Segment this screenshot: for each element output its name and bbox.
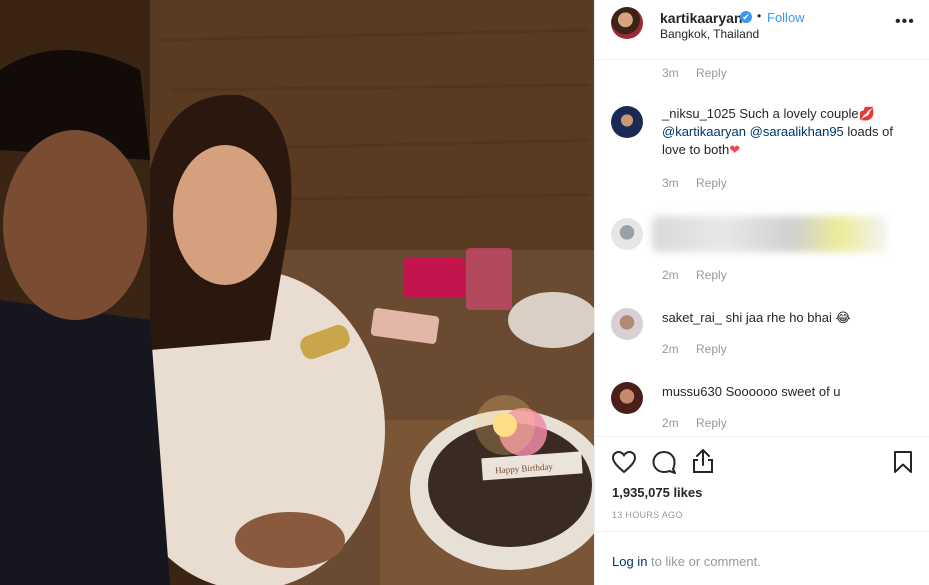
comment-item: saket_rai_ shi jaa rhe ho bhai 😂 bbox=[662, 309, 912, 327]
man-face bbox=[3, 130, 147, 320]
mention-link[interactable]: @saraalikhan95 bbox=[750, 124, 844, 139]
comment-meta: 2m Reply bbox=[662, 416, 727, 430]
man-hand bbox=[235, 512, 345, 568]
login-prompt-text: to like or comment. bbox=[647, 554, 761, 569]
comment-time: 2m bbox=[662, 342, 679, 356]
header-separator: • bbox=[757, 9, 762, 23]
photo-illustration: Happy Birthday bbox=[0, 0, 594, 585]
mention-link[interactable]: @kartikaaryan bbox=[662, 124, 746, 139]
comment-text: Soooooo sweet of u bbox=[725, 384, 841, 399]
comment-meta: 3m Reply bbox=[662, 66, 727, 80]
reply-button[interactable]: Reply bbox=[696, 176, 727, 190]
comment-username[interactable]: mussu630 bbox=[662, 384, 722, 399]
owner-avatar[interactable] bbox=[611, 7, 643, 39]
comment-meta: 3m Reply bbox=[662, 176, 727, 190]
comment-meta: 2m Reply bbox=[662, 268, 727, 282]
reply-button[interactable]: Reply bbox=[696, 268, 727, 282]
bookmark-icon[interactable] bbox=[893, 450, 913, 474]
comment-item: mussu630 Soooooo sweet of u bbox=[662, 383, 912, 401]
comment-text: shi jaa rhe ho bhai bbox=[725, 310, 832, 325]
commenter-avatar[interactable] bbox=[611, 218, 643, 250]
verified-badge-icon: ✔ bbox=[740, 11, 752, 23]
comment-time: 2m bbox=[662, 416, 679, 430]
login-bar: Log in to like or comment. bbox=[595, 531, 929, 585]
comment-username[interactable]: saket_rai_ bbox=[662, 310, 722, 325]
comment-time: 2m bbox=[662, 268, 679, 282]
reply-button[interactable]: Reply bbox=[696, 66, 727, 80]
heart-emoji-icon: ❤ bbox=[729, 142, 741, 157]
follow-button[interactable]: Follow bbox=[767, 10, 805, 25]
post-actions: 1,935,075 likes 13 HOURS AGO bbox=[595, 436, 929, 536]
post-timestamp: 13 HOURS AGO bbox=[612, 510, 683, 520]
reply-button[interactable]: Reply bbox=[696, 416, 727, 430]
post-location[interactable]: Bangkok, Thailand bbox=[660, 27, 759, 41]
more-options-icon[interactable]: ••• bbox=[895, 13, 915, 31]
commenter-avatar[interactable] bbox=[611, 106, 643, 138]
comment-meta: 2m Reply bbox=[662, 342, 727, 356]
woman-face bbox=[173, 145, 277, 285]
post-photo[interactable]: Happy Birthday bbox=[0, 0, 594, 585]
comment-time: 3m bbox=[662, 66, 679, 80]
reply-button[interactable]: Reply bbox=[696, 342, 727, 356]
kiss-emoji-icon: 💋 bbox=[858, 106, 875, 121]
pink-pouch bbox=[403, 258, 465, 298]
comment-time: 3m bbox=[662, 176, 679, 190]
post-side-panel: kartikaaryan ✔ • Follow Bangkok, Thailan… bbox=[594, 0, 929, 585]
commenter-avatar[interactable] bbox=[611, 382, 643, 414]
login-prompt: Log in to like or comment. bbox=[612, 554, 761, 569]
plate bbox=[508, 292, 594, 348]
comment-username[interactable]: _niksu_1025 bbox=[662, 106, 736, 121]
login-link[interactable]: Log in bbox=[612, 554, 647, 569]
share-icon[interactable] bbox=[692, 448, 714, 474]
heart-icon[interactable] bbox=[611, 450, 637, 474]
post-header: kartikaaryan ✔ • Follow Bangkok, Thailan… bbox=[595, 0, 929, 60]
likes-count[interactable]: 1,935,075 likes bbox=[612, 485, 702, 500]
commenter-avatar[interactable] bbox=[611, 308, 643, 340]
comment-icon[interactable] bbox=[651, 450, 677, 474]
comment-item: _niksu_1025 Such a lovely couple💋 @karti… bbox=[662, 105, 912, 159]
blurred-comment bbox=[652, 216, 887, 252]
glass bbox=[466, 248, 512, 310]
comment-text: Such a lovely couple bbox=[739, 106, 859, 121]
laughing-emoji-icon: 😂 bbox=[835, 310, 851, 325]
owner-username[interactable]: kartikaaryan bbox=[660, 10, 743, 26]
man-shirt bbox=[0, 300, 170, 585]
